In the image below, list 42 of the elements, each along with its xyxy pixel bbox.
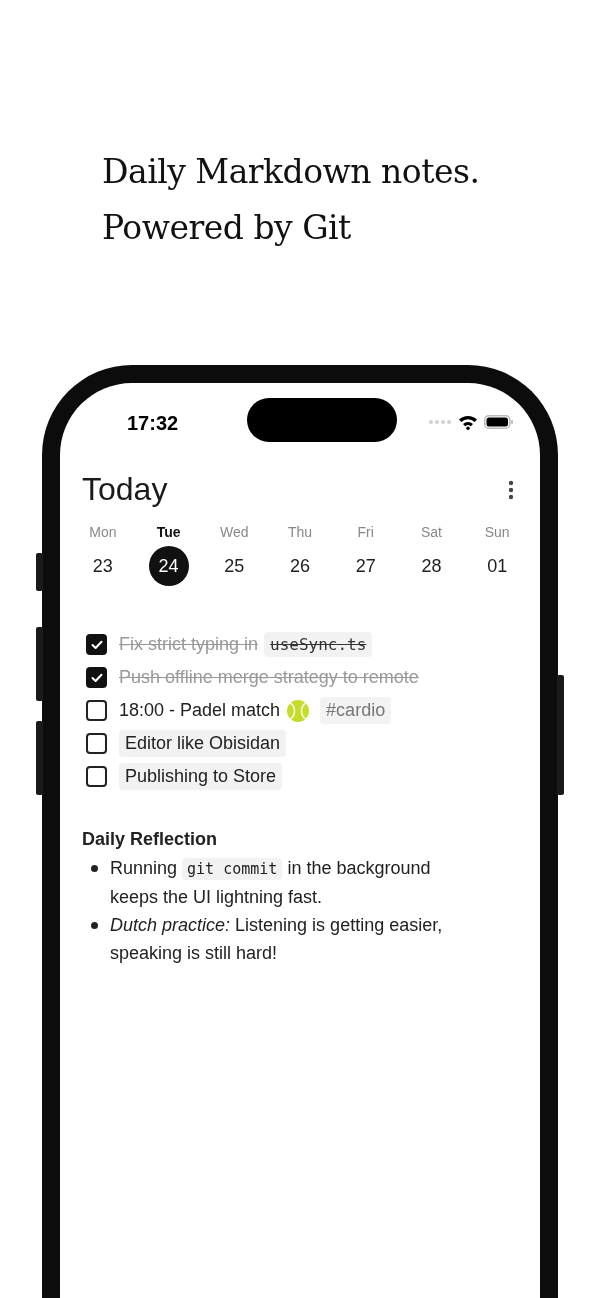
- tag-chip[interactable]: #cardio: [320, 697, 392, 724]
- headline-text: Powered by Git: [102, 207, 352, 249]
- date-button[interactable]: 28: [411, 546, 452, 586]
- reflection-text: Running git commit in the background keeps the UI lightning fast.: [110, 857, 432, 909]
- task-checkbox[interactable]: [86, 733, 107, 754]
- check-icon: [90, 672, 103, 683]
- check-icon: [90, 639, 103, 650]
- date-button[interactable]: 23: [82, 546, 123, 586]
- wifi-icon: [458, 414, 478, 430]
- date-button[interactable]: 27: [345, 546, 386, 586]
- section-heading: Daily Reflection: [82, 829, 219, 850]
- headline-text: Daily Markdown notes.: [102, 151, 481, 193]
- task-checkbox[interactable]: [86, 634, 107, 655]
- status-time: 17:32: [127, 411, 179, 435]
- weekday-label: Sun: [484, 524, 510, 540]
- date-button[interactable]: 01: [477, 546, 518, 586]
- task-text: Editor like Obisidan: [119, 730, 287, 757]
- weekday-label: Fri: [357, 524, 374, 540]
- task-text: Publishing to Store: [119, 763, 283, 790]
- date-button[interactable]: 24: [148, 546, 189, 586]
- weekday-label: Sat: [420, 524, 442, 540]
- weekday-label: Mon: [89, 524, 117, 540]
- date-button[interactable]: 25: [214, 546, 255, 586]
- code-chip: useSync.ts: [264, 632, 373, 657]
- weekday-label: Wed: [220, 524, 249, 540]
- bullet-icon: [91, 922, 98, 929]
- signal-icon: [428, 419, 452, 425]
- date-button[interactable]: 26: [280, 546, 320, 586]
- task-checkbox[interactable]: [86, 667, 107, 688]
- reflection-text: Dutch practice: Listening is getting easier, speaking is still hard!: [110, 914, 444, 965]
- battery-icon: [484, 414, 514, 430]
- task-text: Push offline merge strategy to remote: [119, 667, 419, 688]
- task-text: Fix strict typing in: [119, 634, 259, 655]
- task-text: 18:00 - Padel match: [119, 700, 281, 721]
- weekday-label: Tue: [156, 524, 181, 540]
- weekday-label: Thu: [287, 524, 313, 540]
- task-checkbox[interactable]: [86, 766, 107, 787]
- bullet-icon: [91, 865, 98, 872]
- more-menu-icon[interactable]: [508, 479, 514, 500]
- task-checkbox[interactable]: [86, 700, 107, 721]
- tennis-ball-icon: [286, 698, 311, 723]
- page-title: Today: [82, 471, 168, 508]
